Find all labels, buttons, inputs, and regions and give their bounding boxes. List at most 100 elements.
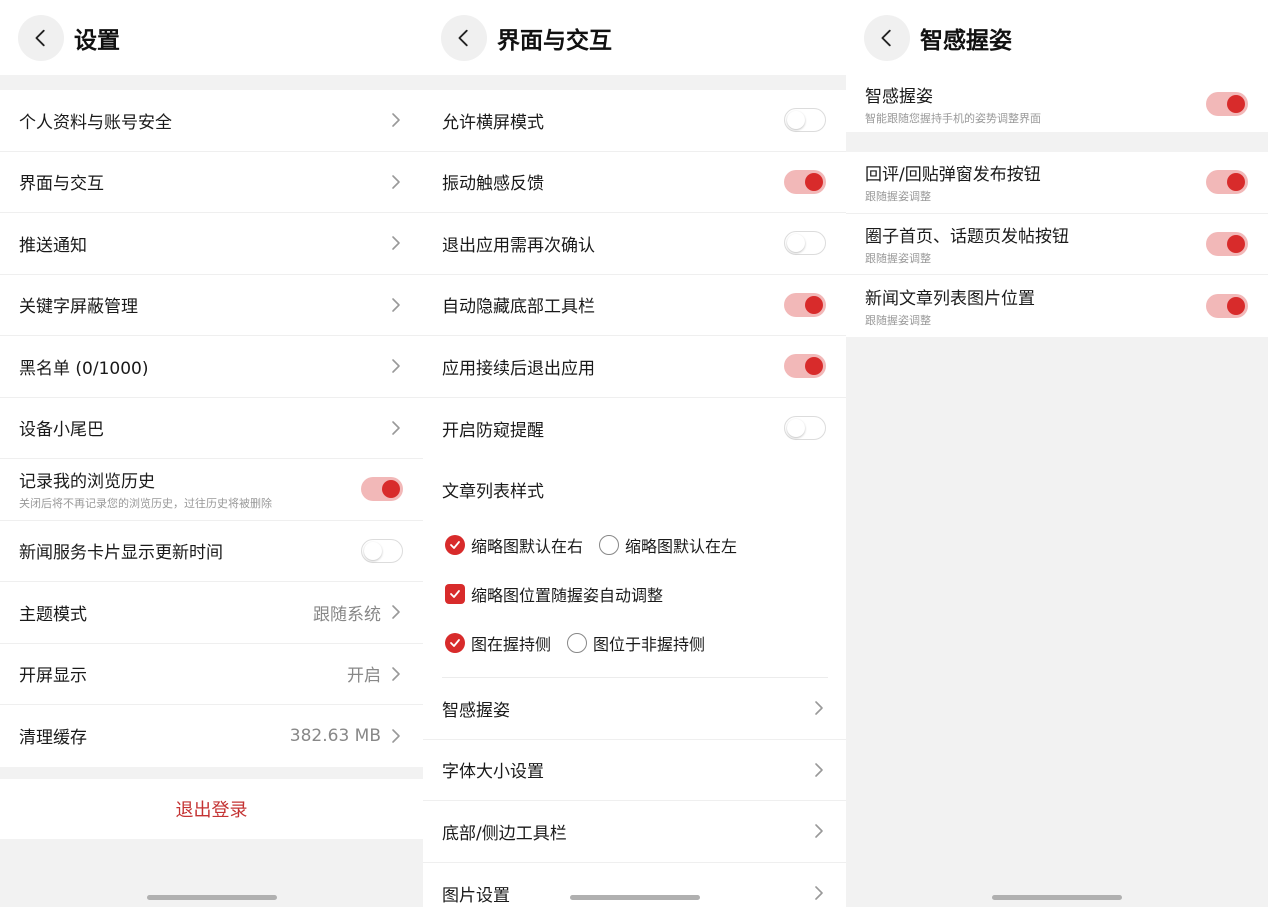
option-thumb-left[interactable]: 缩略图默认在左 — [599, 533, 737, 557]
settings-item-profile[interactable]: 个人资料与账号安全 — [0, 90, 423, 152]
grip-main-row: 智感握姿 智能跟随您握持手机的姿势调整界面 — [846, 75, 1268, 132]
item-label: 黑名单 (0/1000) — [19, 358, 149, 379]
radio-checked-icon — [445, 632, 465, 653]
settings-item-theme[interactable]: 主题模式 跟随系统 — [0, 582, 423, 644]
item-label: 新闻文章列表图片位置 — [865, 288, 1035, 309]
chevron-right-icon — [389, 357, 403, 375]
option-label: 缩略图默认在左 — [625, 536, 738, 556]
home-indicator[interactable] — [569, 895, 700, 900]
haptic-toggle[interactable] — [784, 169, 826, 194]
item-value: 跟随系统 — [313, 604, 381, 625]
item-label: 个人资料与账号安全 — [19, 112, 172, 133]
smart-grip-toggle[interactable] — [1206, 91, 1248, 116]
settings-screen: 设置 个人资料与账号安全 界面与交互 推送通知 关键字屏蔽管理 黑名单 (0/1… — [0, 0, 423, 907]
option-thumb-right[interactable]: 缩略图默认在右 — [445, 533, 583, 557]
item-label: 圈子首页、话题页发帖按钮 — [865, 226, 1069, 247]
item-description: 跟随握姿调整 — [865, 251, 931, 265]
item-description: 关闭后将不再记录您的浏览历史，过往历史将被删除 — [19, 497, 272, 511]
item-label: 主题模式 — [19, 604, 87, 625]
grip-item-post-button: 圈子首页、话题页发帖按钮 跟随握姿调整 — [846, 213, 1268, 275]
toggle-row-auto-hide-toolbar: 自动隐藏底部工具栏 — [423, 274, 846, 336]
post-button-toggle[interactable] — [1206, 231, 1248, 256]
screens-container: 设置 个人资料与账号安全 界面与交互 推送通知 关键字屏蔽管理 黑名单 (0/1… — [0, 0, 1268, 907]
settings-item-news-card-time: 新闻服务卡片显示更新时间 — [0, 520, 423, 582]
logout-button[interactable]: 退出登录 — [0, 778, 423, 839]
chevron-right-icon — [812, 761, 826, 779]
item-label: 智感握姿 — [865, 86, 933, 107]
chevron-left-icon — [458, 29, 468, 46]
radio-unchecked-icon — [567, 632, 588, 653]
nav-item-toolbar[interactable]: 底部/侧边工具栏 — [423, 801, 846, 863]
page-title: 界面与交互 — [497, 27, 612, 54]
interface-screen: 界面与交互 允许横屏模式 振动触感反馈 退出应用需再次确认 自动隐藏底部工具栏 … — [423, 0, 846, 907]
item-label: 字体大小设置 — [442, 762, 544, 783]
header: 智感握姿 — [846, 0, 1268, 75]
radio-unchecked-icon — [599, 534, 620, 555]
back-button[interactable] — [864, 14, 910, 61]
item-description: 智能跟随您握持手机的姿势调整界面 — [865, 111, 1041, 125]
chevron-right-icon — [389, 296, 403, 314]
item-label: 退出应用需再次确认 — [442, 235, 595, 256]
header: 界面与交互 — [423, 0, 846, 75]
item-description: 跟随握姿调整 — [865, 313, 931, 327]
settings-item-splash[interactable]: 开屏显示 开启 — [0, 643, 423, 705]
grip-item-news-image: 新闻文章列表图片位置 跟随握姿调整 — [846, 275, 1268, 337]
toggle-row-continuity-exit: 应用接续后退出应用 — [423, 336, 846, 398]
settings-item-notifications[interactable]: 推送通知 — [0, 213, 423, 275]
home-indicator[interactable] — [146, 895, 277, 900]
back-button[interactable] — [18, 14, 64, 61]
item-value: 开启 — [347, 666, 381, 687]
image-side-options: 图在握持侧 图位于非握持侧 — [423, 618, 846, 667]
back-button[interactable] — [441, 14, 487, 61]
landscape-toggle[interactable] — [784, 108, 826, 133]
item-label: 开屏显示 — [19, 666, 87, 687]
chevron-left-icon — [35, 29, 45, 46]
option-thumb-auto[interactable]: 缩略图位置随握姿自动调整 — [445, 582, 663, 606]
settings-item-device-tail[interactable]: 设备小尾巴 — [0, 397, 423, 459]
privacy-alert-toggle[interactable] — [784, 416, 826, 441]
settings-item-clear-cache[interactable]: 清理缓存 382.63 MB — [0, 705, 423, 767]
page-title: 设置 — [74, 27, 120, 54]
header: 设置 — [0, 0, 423, 75]
news-image-toggle[interactable] — [1206, 293, 1248, 318]
browse-history-toggle[interactable] — [361, 477, 403, 502]
thumb-position-options: 缩略图默认在右 缩略图默认在左 — [423, 520, 846, 569]
option-img-hold-side[interactable]: 图在握持侧 — [445, 631, 551, 655]
item-label: 关键字屏蔽管理 — [19, 297, 138, 318]
item-label: 清理缓存 — [19, 728, 87, 749]
news-card-time-toggle[interactable] — [361, 538, 403, 563]
toggle-row-exit-confirm: 退出应用需再次确认 — [423, 213, 846, 275]
settings-item-keyword-block[interactable]: 关键字屏蔽管理 — [0, 274, 423, 336]
continuity-exit-toggle[interactable] — [784, 354, 826, 379]
reply-button-toggle[interactable] — [1206, 170, 1248, 195]
auto-hide-toolbar-toggle[interactable] — [784, 292, 826, 317]
item-label: 界面与交互 — [19, 174, 104, 195]
option-img-non-hold-side[interactable]: 图位于非握持侧 — [567, 631, 705, 655]
item-label: 底部/侧边工具栏 — [442, 823, 567, 844]
chevron-right-icon — [812, 884, 826, 902]
item-label: 允许横屏模式 — [442, 112, 544, 133]
chevron-right-icon — [389, 727, 403, 745]
nav-item-image-settings[interactable]: 图片设置 — [423, 862, 846, 907]
chevron-right-icon — [389, 111, 403, 129]
settings-list: 个人资料与账号安全 界面与交互 推送通知 关键字屏蔽管理 黑名单 (0/1000… — [0, 90, 423, 767]
chevron-right-icon — [812, 699, 826, 717]
chevron-right-icon — [812, 822, 826, 840]
item-label: 新闻服务卡片显示更新时间 — [19, 543, 223, 564]
toggle-row-landscape: 允许横屏模式 — [423, 90, 846, 152]
toggle-row-privacy-alert: 开启防窥提醒 — [423, 397, 846, 459]
settings-item-interface[interactable]: 界面与交互 — [0, 151, 423, 213]
interface-nav-list: 智感握姿 字体大小设置 底部/侧边工具栏 图片设置 — [423, 678, 846, 907]
exit-confirm-toggle[interactable] — [784, 231, 826, 256]
grip-main-group: 智感握姿 智能跟随您握持手机的姿势调整界面 — [846, 75, 1268, 132]
chevron-right-icon — [389, 419, 403, 437]
home-indicator[interactable] — [992, 895, 1122, 900]
chevron-right-icon — [389, 173, 403, 191]
option-label: 缩略图位置随握姿自动调整 — [471, 585, 664, 605]
settings-item-blacklist[interactable]: 黑名单 (0/1000) — [0, 336, 423, 398]
item-label: 智感握姿 — [442, 700, 510, 721]
nav-item-font-size[interactable]: 字体大小设置 — [423, 739, 846, 801]
chevron-right-icon — [389, 665, 403, 683]
thumb-auto-option-row: 缩略图位置随握姿自动调整 — [423, 569, 846, 618]
nav-item-smart-grip[interactable]: 智感握姿 — [423, 678, 846, 740]
